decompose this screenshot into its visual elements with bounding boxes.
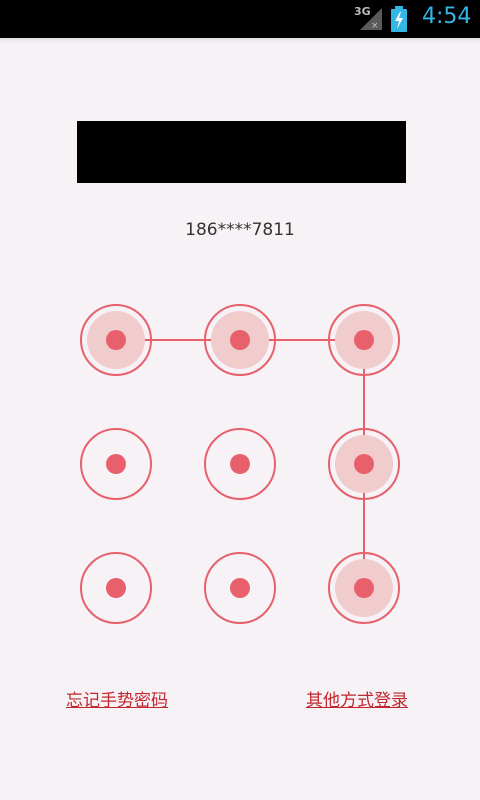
gesture-pattern-pad[interactable]: [0, 0, 480, 800]
pattern-node-9[interactable]: [328, 552, 400, 624]
pattern-path: [116, 339, 365, 588]
pattern-node-dot: [230, 454, 250, 474]
pattern-node-1[interactable]: [80, 304, 152, 376]
other-login-method-link[interactable]: 其他方式登录: [306, 686, 408, 711]
pattern-node-dot: [106, 330, 126, 350]
pattern-node-6[interactable]: [328, 428, 400, 500]
pattern-node-4[interactable]: [80, 428, 152, 500]
pattern-node-dot: [354, 578, 374, 598]
pattern-node-dot: [230, 578, 250, 598]
pattern-node-dot: [106, 578, 126, 598]
pattern-node-2[interactable]: [204, 304, 276, 376]
pattern-node-dot: [230, 330, 250, 350]
pattern-node-5[interactable]: [204, 428, 276, 500]
pattern-node-dot: [354, 330, 374, 350]
pattern-node-8[interactable]: [204, 552, 276, 624]
pattern-node-7[interactable]: [80, 552, 152, 624]
pattern-node-3[interactable]: [328, 304, 400, 376]
forgot-gesture-password-link[interactable]: 忘记手势密码: [66, 686, 168, 711]
pattern-node-dot: [106, 454, 126, 474]
pattern-node-dot: [354, 454, 374, 474]
